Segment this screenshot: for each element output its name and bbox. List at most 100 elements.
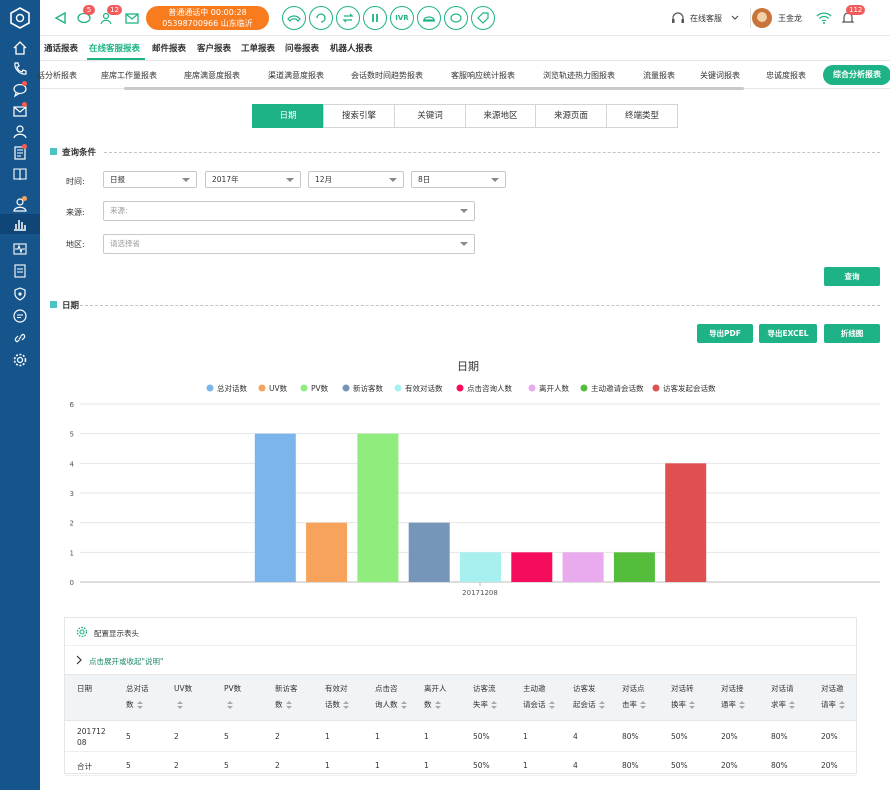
sort-icon[interactable] bbox=[789, 700, 795, 710]
legend-label[interactable]: 新访客数 bbox=[353, 383, 383, 393]
ivr-button[interactable]: IVR bbox=[390, 6, 414, 30]
column-header[interactable]: 主动邀 请会话 bbox=[523, 681, 555, 713]
legend-label[interactable]: 总对话数 bbox=[217, 383, 247, 393]
column-header[interactable]: 日期 bbox=[77, 681, 92, 697]
legend-label[interactable]: UV数 bbox=[269, 383, 288, 393]
subtab-loyalty[interactable]: 忠诚度报表 bbox=[766, 70, 806, 81]
headset-icon[interactable] bbox=[666, 7, 690, 29]
column-header[interactable]: 对话接 通率 bbox=[721, 681, 745, 713]
subtab-chat-analysis[interactable]: 话分析报表 bbox=[37, 70, 77, 81]
legend-swatch[interactable] bbox=[300, 384, 308, 392]
menu-call-report[interactable]: 通话报表 bbox=[44, 42, 78, 54]
column-header[interactable]: 对话点 击率 bbox=[622, 681, 646, 713]
notes-toggle-text[interactable]: 点击展开或收起"说明" bbox=[89, 656, 163, 667]
legend-swatch[interactable] bbox=[580, 384, 588, 392]
menu-bot-report[interactable]: 机器人报表 bbox=[330, 42, 373, 54]
legend-swatch[interactable] bbox=[456, 384, 464, 392]
column-header[interactable]: 离开人数 bbox=[424, 681, 447, 713]
link-icon[interactable] bbox=[10, 328, 30, 348]
home-icon[interactable] bbox=[10, 38, 30, 58]
reports-chart-icon[interactable] bbox=[0, 214, 40, 234]
bell-icon[interactable]: 112 bbox=[836, 5, 866, 29]
user-avatar[interactable] bbox=[752, 8, 772, 28]
sort-icon[interactable] bbox=[689, 700, 695, 710]
column-header[interactable]: 点击咨 询人数 bbox=[375, 681, 407, 713]
period-select[interactable]: 日报 bbox=[103, 171, 197, 188]
knowledge-book-icon[interactable] bbox=[10, 164, 30, 184]
sms-icon[interactable] bbox=[444, 6, 468, 30]
transfer-icon[interactable] bbox=[309, 6, 333, 30]
legend-swatch[interactable] bbox=[652, 384, 660, 392]
year-select[interactable]: 2017年 bbox=[205, 171, 301, 188]
sort-icon[interactable] bbox=[548, 700, 555, 710]
satisfaction-icon[interactable] bbox=[417, 6, 441, 30]
subtab-browse-heatmap[interactable]: 浏览轨迹热力图报表 bbox=[543, 70, 615, 81]
chat-icon[interactable] bbox=[10, 80, 30, 100]
sort-icon[interactable] bbox=[640, 700, 646, 710]
line-chart-button[interactable]: 折线图 bbox=[824, 324, 880, 343]
consult-icon[interactable] bbox=[336, 6, 360, 30]
column-header[interactable]: 有效对 话数 bbox=[325, 681, 349, 713]
app-logo-icon[interactable] bbox=[9, 7, 31, 29]
chevron-right-icon[interactable] bbox=[75, 655, 83, 665]
segment-keyword[interactable]: 关键词 bbox=[394, 104, 466, 128]
column-header[interactable]: 访客发 起会话 bbox=[573, 681, 605, 713]
legend-label[interactable]: 点击咨询人数 bbox=[467, 383, 512, 393]
hangup-icon[interactable] bbox=[282, 6, 306, 30]
sort-icon[interactable] bbox=[177, 700, 183, 710]
monitor-pulse-icon[interactable] bbox=[10, 239, 30, 259]
sort-icon[interactable] bbox=[400, 700, 407, 710]
segment-date[interactable]: 日期 bbox=[252, 104, 324, 128]
phone-icon[interactable] bbox=[10, 59, 30, 79]
subtab-channel-satisfaction[interactable]: 渠道满意度报表 bbox=[268, 70, 324, 81]
legend-swatch[interactable] bbox=[206, 384, 214, 392]
source-select[interactable]: 来源: bbox=[103, 201, 475, 221]
ticket-list-icon[interactable] bbox=[10, 143, 30, 163]
message-icon[interactable] bbox=[10, 306, 30, 326]
column-header[interactable]: UV数 bbox=[174, 681, 192, 713]
segment-source-page[interactable]: 来源页面 bbox=[535, 104, 607, 128]
config-gear-icon[interactable] bbox=[76, 626, 88, 638]
column-header[interactable]: PV数 bbox=[224, 681, 241, 713]
subtab-response-stats[interactable]: 客服响应统计报表 bbox=[451, 70, 515, 81]
chevron-down-icon[interactable] bbox=[723, 7, 747, 29]
sort-icon[interactable] bbox=[739, 700, 745, 710]
settings-gear-icon[interactable] bbox=[10, 350, 30, 370]
export-excel-button[interactable]: 导出EXCEL bbox=[759, 324, 817, 343]
segment-device-type[interactable]: 终端类型 bbox=[606, 104, 678, 128]
subtab-agent-workload[interactable]: 座席工作量报表 bbox=[101, 70, 157, 81]
legend-label[interactable]: PV数 bbox=[311, 383, 329, 393]
segment-search-engine[interactable]: 搜索引擎 bbox=[323, 104, 395, 128]
menu-online-service-report[interactable]: 在线客服报表 bbox=[89, 42, 140, 54]
notes-toggle-row[interactable]: 点击展开或收起"说明" bbox=[65, 646, 856, 674]
legend-label[interactable]: 主动邀请会话数 bbox=[591, 383, 644, 393]
subtab-session-trend[interactable]: 会话数时间趋势报表 bbox=[351, 70, 423, 81]
hold-pause-icon[interactable] bbox=[363, 6, 387, 30]
sort-icon[interactable] bbox=[343, 700, 349, 710]
legend-swatch[interactable] bbox=[394, 384, 402, 392]
chat-notify-icon[interactable]: 5 bbox=[72, 5, 96, 29]
column-header[interactable]: 对话请 求率 bbox=[771, 681, 795, 713]
menu-customer-report[interactable]: 客户报表 bbox=[197, 42, 231, 54]
contacts-icon[interactable] bbox=[10, 122, 30, 142]
sort-icon[interactable] bbox=[839, 700, 845, 710]
sort-icon[interactable] bbox=[136, 700, 143, 710]
mail-notify-icon[interactable] bbox=[120, 7, 144, 29]
mail-icon[interactable] bbox=[10, 101, 30, 121]
agent-status-select[interactable]: 在线客服 bbox=[690, 13, 722, 24]
subtab-traffic[interactable]: 流量报表 bbox=[643, 70, 675, 81]
subtab-keyword[interactable]: 关键词报表 bbox=[700, 70, 740, 81]
legend-swatch[interactable] bbox=[258, 384, 266, 392]
subtab-agent-satisfaction[interactable]: 座席满意度报表 bbox=[184, 70, 240, 81]
user-name[interactable]: 王金龙 bbox=[778, 13, 802, 24]
segment-source-region[interactable]: 来源地区 bbox=[465, 104, 536, 128]
query-button[interactable]: 查询 bbox=[824, 267, 880, 286]
column-header[interactable]: 对话转 换率 bbox=[671, 681, 695, 713]
column-header[interactable]: 对话邀 请率 bbox=[821, 681, 845, 713]
column-header[interactable]: 访客流 失率 bbox=[473, 681, 497, 713]
sort-icon[interactable] bbox=[285, 700, 292, 710]
shield-icon[interactable] bbox=[10, 284, 30, 304]
legend-label[interactable]: 离开人数 bbox=[539, 383, 569, 393]
sort-icon[interactable] bbox=[491, 700, 497, 710]
month-select[interactable]: 12月 bbox=[308, 171, 404, 188]
